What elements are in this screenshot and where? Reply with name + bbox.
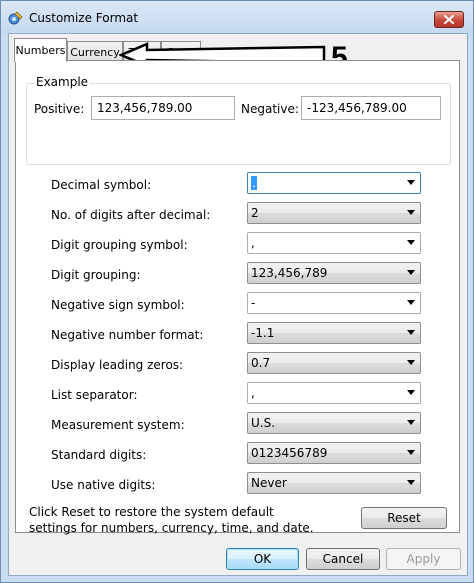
- example-legend: Example: [34, 75, 91, 89]
- digit-grouping-label: Digit grouping:: [51, 268, 141, 282]
- window-title: Customize Format: [29, 11, 139, 25]
- digit-grouping-symbol-label: Digit grouping symbol:: [51, 238, 188, 252]
- title-bar: Customize Format: [1, 1, 473, 35]
- chevron-down-icon: [407, 420, 415, 425]
- display-leading-zeros-label: Display leading zeros:: [51, 358, 184, 372]
- reset-button[interactable]: Reset: [361, 507, 447, 529]
- digit-grouping-select[interactable]: 123,456,789: [247, 262, 421, 284]
- tab-numbers-label: Numbers: [15, 44, 66, 57]
- dialog-client-area: Numbers Currency Time Date 5 Example Pos…: [8, 33, 468, 576]
- display-leading-zeros-value: 0.7: [251, 356, 271, 370]
- close-icon: [444, 13, 454, 27]
- measurement-system-value: U.S.: [251, 416, 276, 430]
- decimal-symbol-label: Decimal symbol:: [51, 178, 152, 192]
- measurement-system-select[interactable]: U.S.: [247, 412, 421, 434]
- use-native-digits-select[interactable]: Never: [247, 472, 421, 494]
- positive-example-field: 123,456,789.00: [91, 96, 235, 120]
- negative-example-field: -123,456,789.00: [301, 96, 441, 120]
- tab-numbers[interactable]: Numbers: [14, 38, 67, 62]
- chevron-down-icon: [407, 390, 415, 395]
- chevron-down-icon: [407, 240, 415, 245]
- chevron-down-icon: [407, 360, 415, 365]
- negative-number-format-value: -1.1: [251, 326, 275, 340]
- decimal-symbol-value: .: [251, 176, 257, 190]
- digit-grouping-value: 123,456,789: [251, 266, 328, 280]
- negative-label: Negative:: [241, 102, 299, 116]
- negative-sign-symbol-combobox[interactable]: -: [247, 292, 421, 314]
- list-separator-label: List separator:: [51, 388, 138, 402]
- positive-example-value: 123,456,789.00: [97, 101, 193, 115]
- chevron-down-icon: [407, 480, 415, 485]
- standard-digits-value: 0123456789: [251, 446, 328, 460]
- apply-button[interactable]: Apply: [386, 548, 461, 570]
- cancel-button-label: Cancel: [322, 552, 364, 566]
- digits-after-decimal-label: No. of digits after decimal:: [51, 208, 211, 222]
- digits-after-decimal-select[interactable]: 2: [247, 202, 421, 224]
- list-separator-value: ,: [251, 386, 255, 400]
- digits-after-decimal-value: 2: [251, 206, 259, 220]
- measurement-system-label: Measurement system:: [51, 418, 185, 432]
- reset-button-label: Reset: [387, 511, 421, 525]
- negative-number-format-label: Negative number format:: [51, 328, 204, 342]
- display-leading-zeros-select[interactable]: 0.7: [247, 352, 421, 374]
- ok-button[interactable]: OK: [226, 548, 299, 570]
- close-button[interactable]: [434, 11, 464, 28]
- chevron-down-icon: [407, 450, 415, 455]
- decimal-symbol-combobox[interactable]: .: [247, 172, 421, 194]
- negative-sign-symbol-label: Negative sign symbol:: [51, 298, 185, 312]
- chevron-down-icon: [407, 180, 415, 185]
- digit-grouping-symbol-value: ,: [251, 236, 255, 250]
- standard-digits-label: Standard digits:: [51, 448, 147, 462]
- digit-grouping-symbol-combobox[interactable]: ,: [247, 232, 421, 254]
- numbers-tab-panel: Example Positive: 123,456,789.00 Negativ…: [15, 60, 460, 535]
- reset-info-text: Click Reset to restore the system defaul…: [29, 505, 314, 535]
- chevron-down-icon: [407, 210, 415, 215]
- standard-digits-select[interactable]: 0123456789: [247, 442, 421, 464]
- settings-window-icon: [8, 10, 24, 26]
- use-native-digits-value: Never: [251, 476, 287, 490]
- chevron-down-icon: [407, 330, 415, 335]
- negative-sign-symbol-value: -: [251, 296, 256, 310]
- use-native-digits-label: Use native digits:: [51, 478, 156, 492]
- ok-button-label: OK: [253, 552, 272, 566]
- positive-label: Positive:: [34, 102, 85, 116]
- apply-button-label: Apply: [406, 552, 441, 566]
- chevron-down-icon: [407, 270, 415, 275]
- negative-number-format-select[interactable]: -1.1: [247, 322, 421, 344]
- tab-currency[interactable]: Currency: [67, 41, 123, 62]
- customize-format-window: Customize Format Numbers Currency Time D…: [0, 0, 474, 583]
- cancel-button[interactable]: Cancel: [306, 548, 380, 570]
- chevron-down-icon: [407, 300, 415, 305]
- list-separator-combobox[interactable]: ,: [247, 382, 421, 404]
- tab-currency-label: Currency: [70, 45, 120, 59]
- negative-example-value: -123,456,789.00: [307, 101, 407, 115]
